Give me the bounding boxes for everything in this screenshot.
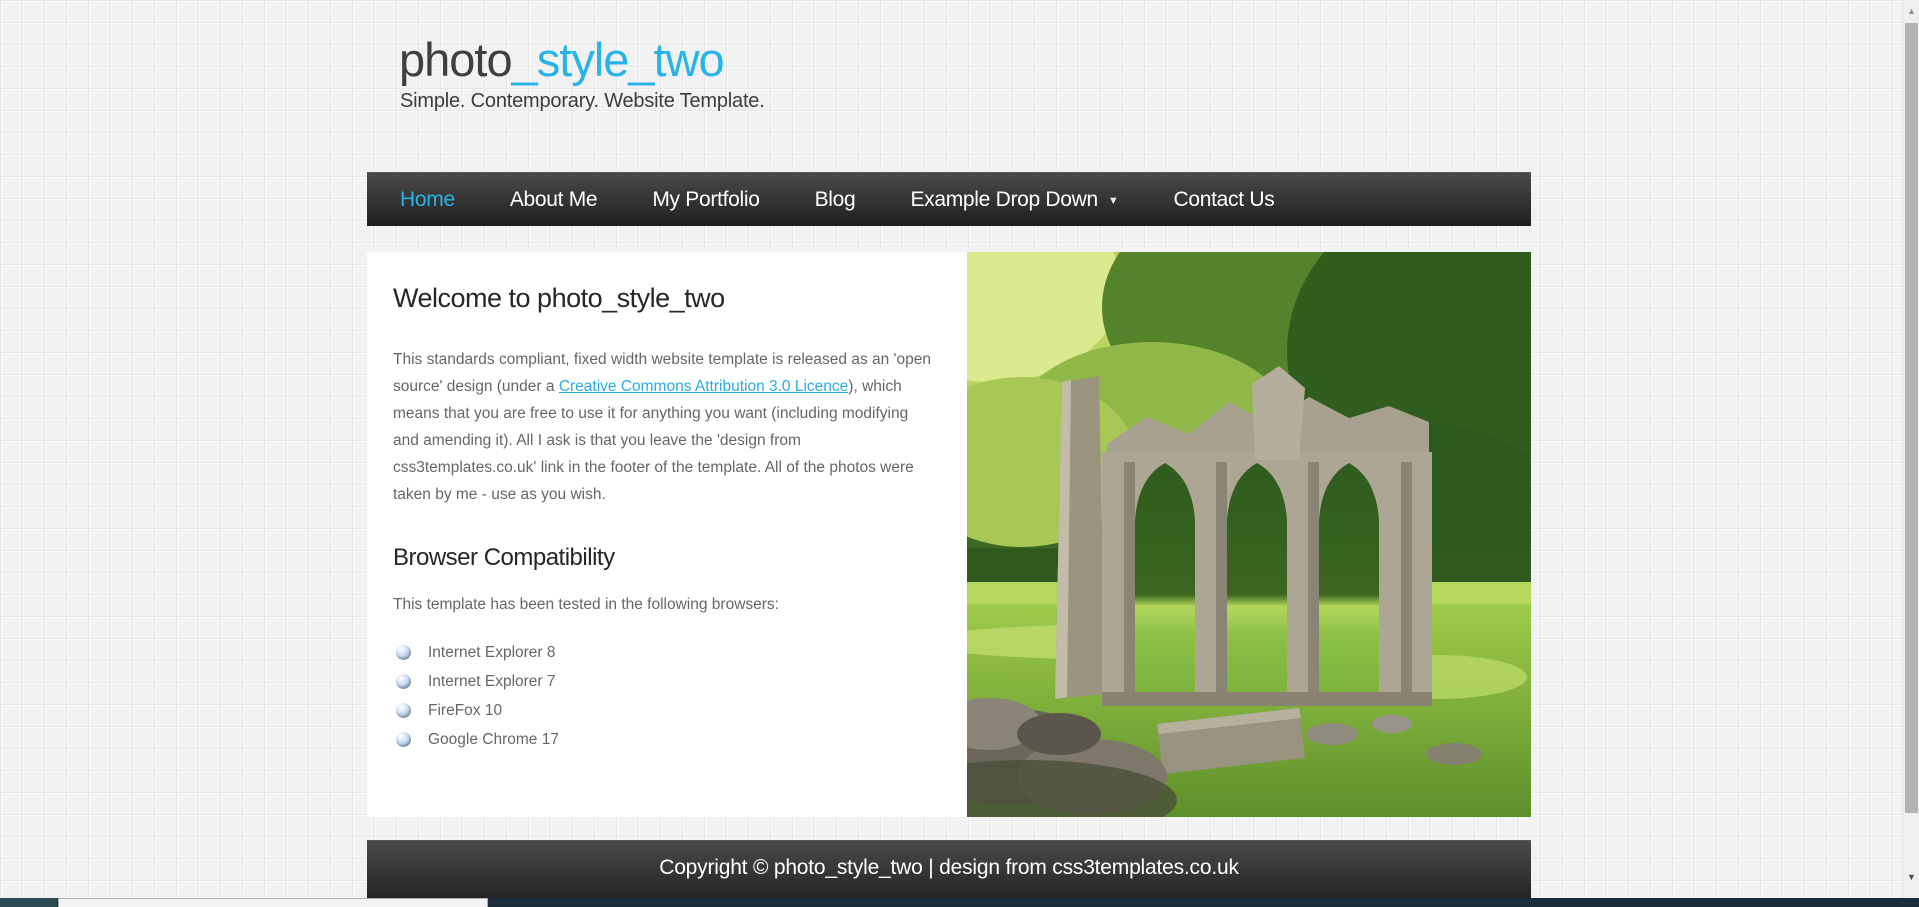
bullet-orb-icon (396, 645, 411, 660)
browser-compatibility-heading: Browser Compatibility (393, 544, 938, 572)
browser-intro-text: This template has been tested in the fol… (393, 596, 938, 614)
browser-name: FireFox 10 (428, 702, 502, 720)
nav-item-contact: Contact Us (1174, 188, 1275, 212)
site-tagline: Simple. Contemporary. Website Template. (400, 90, 765, 113)
content-panel: Welcome to photo_style_two This standard… (367, 252, 1531, 817)
logo-primary: photo (399, 33, 512, 86)
bullet-orb-icon (396, 674, 411, 689)
nav-list: Home About Me My Portfolio Blog Example … (367, 173, 1531, 226)
bullet-orb-icon (396, 732, 411, 747)
nav-link-dropdown[interactable]: Example Drop Down ▼ (910, 188, 1118, 212)
nav-link-contact[interactable]: Contact Us (1174, 188, 1275, 212)
chevron-down-icon: ▼ (1108, 193, 1119, 207)
nav-dropdown-label: Example Drop Down (910, 188, 1097, 212)
nav-link-portfolio[interactable]: My Portfolio (652, 188, 759, 212)
nav-link-about[interactable]: About Me (510, 188, 598, 212)
creative-commons-link[interactable]: Creative Commons Attribution 3.0 Licence (559, 378, 848, 395)
page-background: { "header": { "logo_primary": "photo", "… (0, 0, 1919, 907)
intro-paragraph: This standards compliant, fixed width we… (393, 346, 938, 508)
ruins-photo (967, 252, 1531, 817)
horizontal-scrollbar-track[interactable] (0, 898, 1919, 907)
bullet-orb-icon (396, 703, 411, 718)
logo-accent: _style_two (512, 33, 724, 86)
browser-name: Internet Explorer 8 (428, 644, 556, 662)
browser-name: Google Chrome 17 (428, 731, 559, 749)
browser-list: Internet Explorer 8 Internet Explorer 7 … (393, 638, 938, 754)
list-item: Google Chrome 17 (396, 725, 938, 754)
nav-item-blog: Blog (815, 188, 856, 212)
intro-text-after: ), which means that you are free to use … (393, 378, 914, 503)
scroll-down-arrow-icon[interactable]: ▼ (1903, 872, 1919, 882)
list-item: Internet Explorer 8 (396, 638, 938, 667)
list-item: Internet Explorer 7 (396, 667, 938, 696)
scroll-up-arrow-icon[interactable]: ▲ (1903, 6, 1919, 16)
browser-name: Internet Explorer 7 (428, 673, 556, 691)
nav-link-home[interactable]: Home (400, 188, 455, 212)
main-navigation: Home About Me My Portfolio Blog Example … (367, 172, 1531, 226)
nav-item-portfolio: My Portfolio (652, 188, 759, 212)
horizontal-scrollbar-thumb[interactable] (58, 898, 488, 907)
welcome-heading: Welcome to photo_style_two (393, 283, 938, 314)
horizontal-scrollbar-left-block (0, 898, 57, 907)
footer-bar: Copyright © photo_style_two | design fro… (367, 840, 1531, 898)
vertical-scrollbar-track[interactable]: ▲ ▼ (1902, 0, 1919, 898)
copyright-text: Copyright © photo_style_two | design fro… (659, 856, 1239, 879)
nav-item-dropdown: Example Drop Down ▼ (910, 188, 1118, 212)
nav-item-home: Home (400, 188, 455, 212)
list-item: FireFox 10 (396, 696, 938, 725)
nav-item-about: About Me (510, 188, 598, 212)
site-logo: photo_style_two (399, 36, 724, 83)
vertical-scrollbar-thumb[interactable] (1905, 23, 1918, 813)
content-text-column: Welcome to photo_style_two This standard… (393, 252, 938, 754)
nav-link-blog[interactable]: Blog (815, 188, 856, 212)
